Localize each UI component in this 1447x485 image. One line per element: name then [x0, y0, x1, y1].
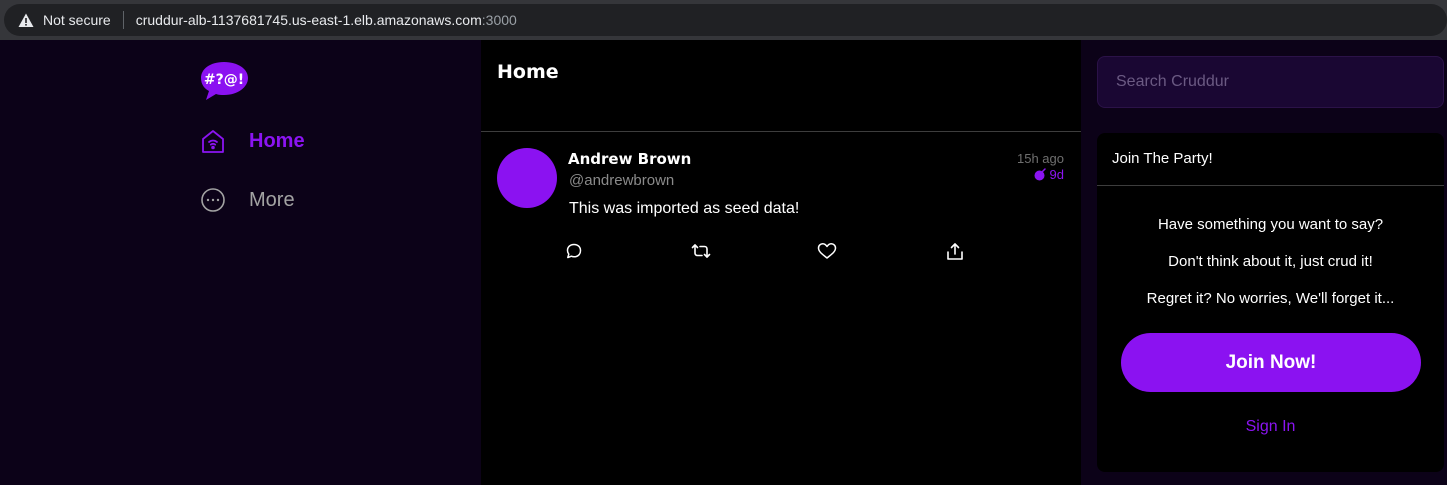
join-tagline: Regret it? No worries, We'll forget it..…: [1146, 290, 1395, 307]
address-bar[interactable]: Not secure cruddur-alb-1137681745.us-eas…: [4, 4, 1447, 36]
left-navigation: #?@! Home More: [0, 40, 481, 485]
bomb-icon: [1034, 168, 1047, 181]
nav-item-label: More: [249, 188, 295, 211]
security-status-label[interactable]: Not secure: [43, 12, 111, 28]
url-divider: [122, 11, 124, 29]
feed-header: Home: [481, 40, 1081, 132]
share-button[interactable]: [944, 242, 966, 264]
url-port: :3000: [481, 12, 517, 28]
page-title: Home: [497, 61, 559, 83]
activity-item[interactable]: Andrew Brown @andrewbrown 15h ago 9d Thi…: [481, 132, 1081, 282]
reply-icon: [565, 242, 583, 264]
nav-item-home[interactable]: Home: [200, 128, 305, 154]
like-button[interactable]: [816, 242, 838, 264]
avatar[interactable]: [497, 148, 557, 208]
expires-time: 9d: [1034, 167, 1064, 182]
reply-button[interactable]: [563, 242, 585, 264]
url-text[interactable]: cruddur-alb-1137681745.us-east-1.elb.ama…: [136, 12, 517, 28]
home-feed: Home Andrew Brown @andrewbrown 15h ago 9…: [481, 40, 1081, 485]
display-name[interactable]: Andrew Brown: [568, 150, 691, 168]
logo-text: #?@!: [204, 72, 244, 88]
sign-in-link[interactable]: Sign In: [1097, 418, 1444, 436]
join-tagline: Don't think about it, just crud it!: [1168, 253, 1373, 270]
home-icon: [200, 128, 226, 154]
repost-button[interactable]: [690, 242, 712, 264]
like-icon: [817, 242, 837, 264]
join-now-button[interactable]: Join Now!: [1121, 333, 1421, 392]
search-box[interactable]: [1097, 56, 1444, 108]
expires-label: 9d: [1049, 167, 1064, 182]
more-icon: [200, 187, 226, 213]
created-time: 15h ago: [1017, 151, 1064, 166]
cruddur-logo[interactable]: #?@!: [200, 60, 250, 100]
activity-message: This was imported as seed data!: [569, 200, 800, 217]
browser-bar: Not secure cruddur-alb-1137681745.us-eas…: [0, 0, 1447, 40]
join-card-title: Join The Party!: [1097, 133, 1444, 186]
join-card: Join The Party! Have something you want …: [1097, 133, 1444, 472]
share-icon: [946, 242, 964, 265]
search-input[interactable]: [1114, 72, 1434, 92]
right-sidebar: Join The Party! Have something you want …: [1081, 40, 1447, 485]
url-host: cruddur-alb-1137681745.us-east-1.elb.ama…: [135, 12, 482, 28]
join-tagline: Have something you want to say?: [1157, 216, 1384, 233]
warning-icon[interactable]: [18, 11, 36, 29]
repost-icon: [691, 242, 711, 264]
nav-item-more[interactable]: More: [200, 187, 295, 213]
nav-item-label: Home: [249, 129, 305, 152]
user-handle[interactable]: @andrewbrown: [569, 172, 674, 189]
